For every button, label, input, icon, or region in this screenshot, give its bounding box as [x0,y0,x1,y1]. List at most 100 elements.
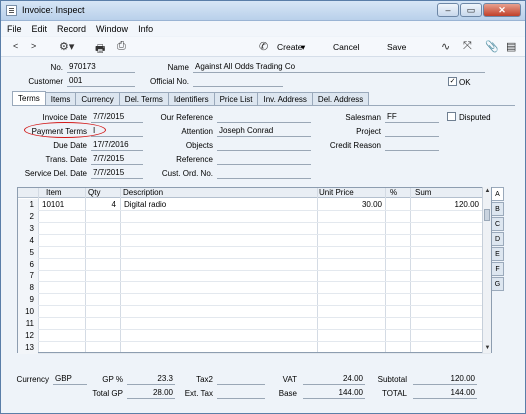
tab-del-address[interactable]: Del. Address [311,92,370,106]
toolbar: < > ⚙▾ 🖶 ⎙ ✆ Create ▾ Cancel Save ∿ ⤧ 📎 … [1,37,525,57]
row-number: 5 [18,246,38,259]
tab-del-terms[interactable]: Del. Terms [118,92,169,106]
invoice-date-field[interactable]: 7/7/2015 [91,112,143,123]
gp-pct-field: 23.3 [127,374,175,385]
table-row[interactable]: 10 [18,306,491,319]
total-field: 144.00 [413,388,477,399]
cust-ord-no-field[interactable] [217,168,311,179]
maximize-button[interactable]: ▭ [460,3,482,17]
row-number: 4 [18,234,38,247]
next-record-icon[interactable]: > [31,41,36,51]
side-tab-d[interactable]: D [492,232,504,246]
table-row[interactable]: 8 [18,282,491,295]
more-icon[interactable]: ▤ [506,40,516,53]
previous-record-icon[interactable]: < [13,41,18,51]
activity-icon[interactable]: ∿ [441,40,450,53]
service-del-date-field[interactable]: 7/7/2015 [91,168,143,179]
cell-qty[interactable]: 4 [86,199,116,211]
currency-field[interactable]: GBP [53,374,87,385]
scroll-thumb[interactable] [484,209,490,221]
scroll-down-icon[interactable]: ▼ [483,344,492,353]
table-row[interactable]: 5 [18,246,491,259]
menu-window[interactable]: Window [96,24,128,34]
column-percent: % [390,188,398,197]
tab-terms[interactable]: Terms [12,91,46,106]
table-row[interactable]: 9 [18,294,491,307]
menu-record[interactable]: Record [57,24,86,34]
table-row[interactable]: 4 [18,234,491,247]
cell-sum[interactable]: 120.00 [411,199,479,211]
disputed-checkbox[interactable] [447,112,456,121]
objects-field[interactable] [217,140,311,151]
grid-scrollbar[interactable]: ▲ ▼ [482,187,491,353]
tab-identifiers[interactable]: Identifiers [167,92,215,106]
table-row[interactable]: 3 [18,222,491,235]
name-field[interactable]: Against All Odds Trading Co [193,62,485,73]
project-field[interactable] [385,126,439,137]
ok-checkbox[interactable]: ✓ [448,77,457,86]
official-no-field[interactable] [193,76,283,87]
base-label: Base [278,389,297,398]
cell-item[interactable]: 10101 [42,199,64,211]
gear-icon[interactable]: ⚙▾ [59,40,74,53]
tab-items[interactable]: Items [44,92,77,106]
chevron-down-icon[interactable]: ▾ [301,42,305,53]
side-tab-b[interactable]: B [492,202,504,216]
no-field[interactable]: 970173 [67,62,135,73]
currency-label: Currency [16,375,49,384]
table-row[interactable]: 2 [18,210,491,223]
create-button[interactable]: Create [277,42,303,52]
gp-pct-label: GP % [102,375,123,384]
save-button[interactable]: Save [387,42,406,52]
row-number: 6 [18,258,38,271]
service-del-date-label: Service Del. Date [24,169,87,178]
trans-date-field[interactable]: 7/7/2015 [91,154,143,165]
minimize-button[interactable]: – [437,3,459,17]
tab-price-list[interactable]: Price List [213,92,259,106]
side-tab-a[interactable]: A [492,187,504,201]
tax2-field [217,374,265,385]
cancel-button[interactable]: Cancel [333,42,359,52]
menu-edit[interactable]: Edit [32,24,48,34]
print-icon[interactable]: 🖶 [95,40,105,59]
tab-inv-address[interactable]: Inv. Address [257,92,313,106]
items-grid[interactable]: Item Qty Description Unit Price % Sum 11… [17,187,492,354]
expand-icon[interactable]: ⤧ [463,40,472,53]
reference-field[interactable] [217,154,311,165]
our-reference-field[interactable] [217,112,311,123]
print-preview-icon[interactable]: ⎙ [117,40,126,53]
customer-field[interactable]: 001 [67,76,135,87]
credit-reason-field[interactable] [385,140,439,151]
ext-tax-label: Ext. Tax [184,389,213,398]
attention-field[interactable]: Joseph Conrad [217,126,311,137]
total-gp-label: Total GP [92,389,123,398]
salesman-field[interactable]: FF [385,112,439,123]
cell-description[interactable]: Digital radio [124,199,166,211]
due-date-field[interactable]: 17/7/2016 [91,140,143,151]
close-button[interactable]: ✕ [483,3,521,17]
grid-side-tabs: ABCDEFG [492,187,504,292]
total-label: TOTAL [381,389,407,398]
table-row[interactable]: 11 [18,318,491,330]
menu-info[interactable]: Info [138,24,153,34]
credit-reason-label: Credit Reason [329,141,381,150]
column-unit-price: Unit Price [319,188,354,197]
row-number: 2 [18,210,38,223]
table-row[interactable]: 7 [18,270,491,283]
side-tab-c[interactable]: C [492,217,504,231]
table-row[interactable]: 13 [18,341,491,354]
table-row[interactable]: 12 [18,329,491,342]
side-tab-g[interactable]: G [492,277,504,291]
customer-label: Customer [28,77,63,86]
attachment-icon[interactable]: 📎 [485,40,499,53]
phone-icon[interactable]: ✆ [259,40,268,53]
side-tab-f[interactable]: F [492,262,504,276]
table-row[interactable]: 1 10101 4 Digital radio 30.00 120.00 [18,199,491,211]
scroll-up-icon[interactable]: ▲ [483,187,492,196]
table-row[interactable]: 6 [18,258,491,271]
cell-unit-price[interactable]: 30.00 [318,199,382,211]
tab-currency[interactable]: Currency [75,92,120,106]
side-tab-e[interactable]: E [492,247,504,261]
menu-file[interactable]: File [7,24,22,34]
salesman-label: Salesman [345,113,381,122]
